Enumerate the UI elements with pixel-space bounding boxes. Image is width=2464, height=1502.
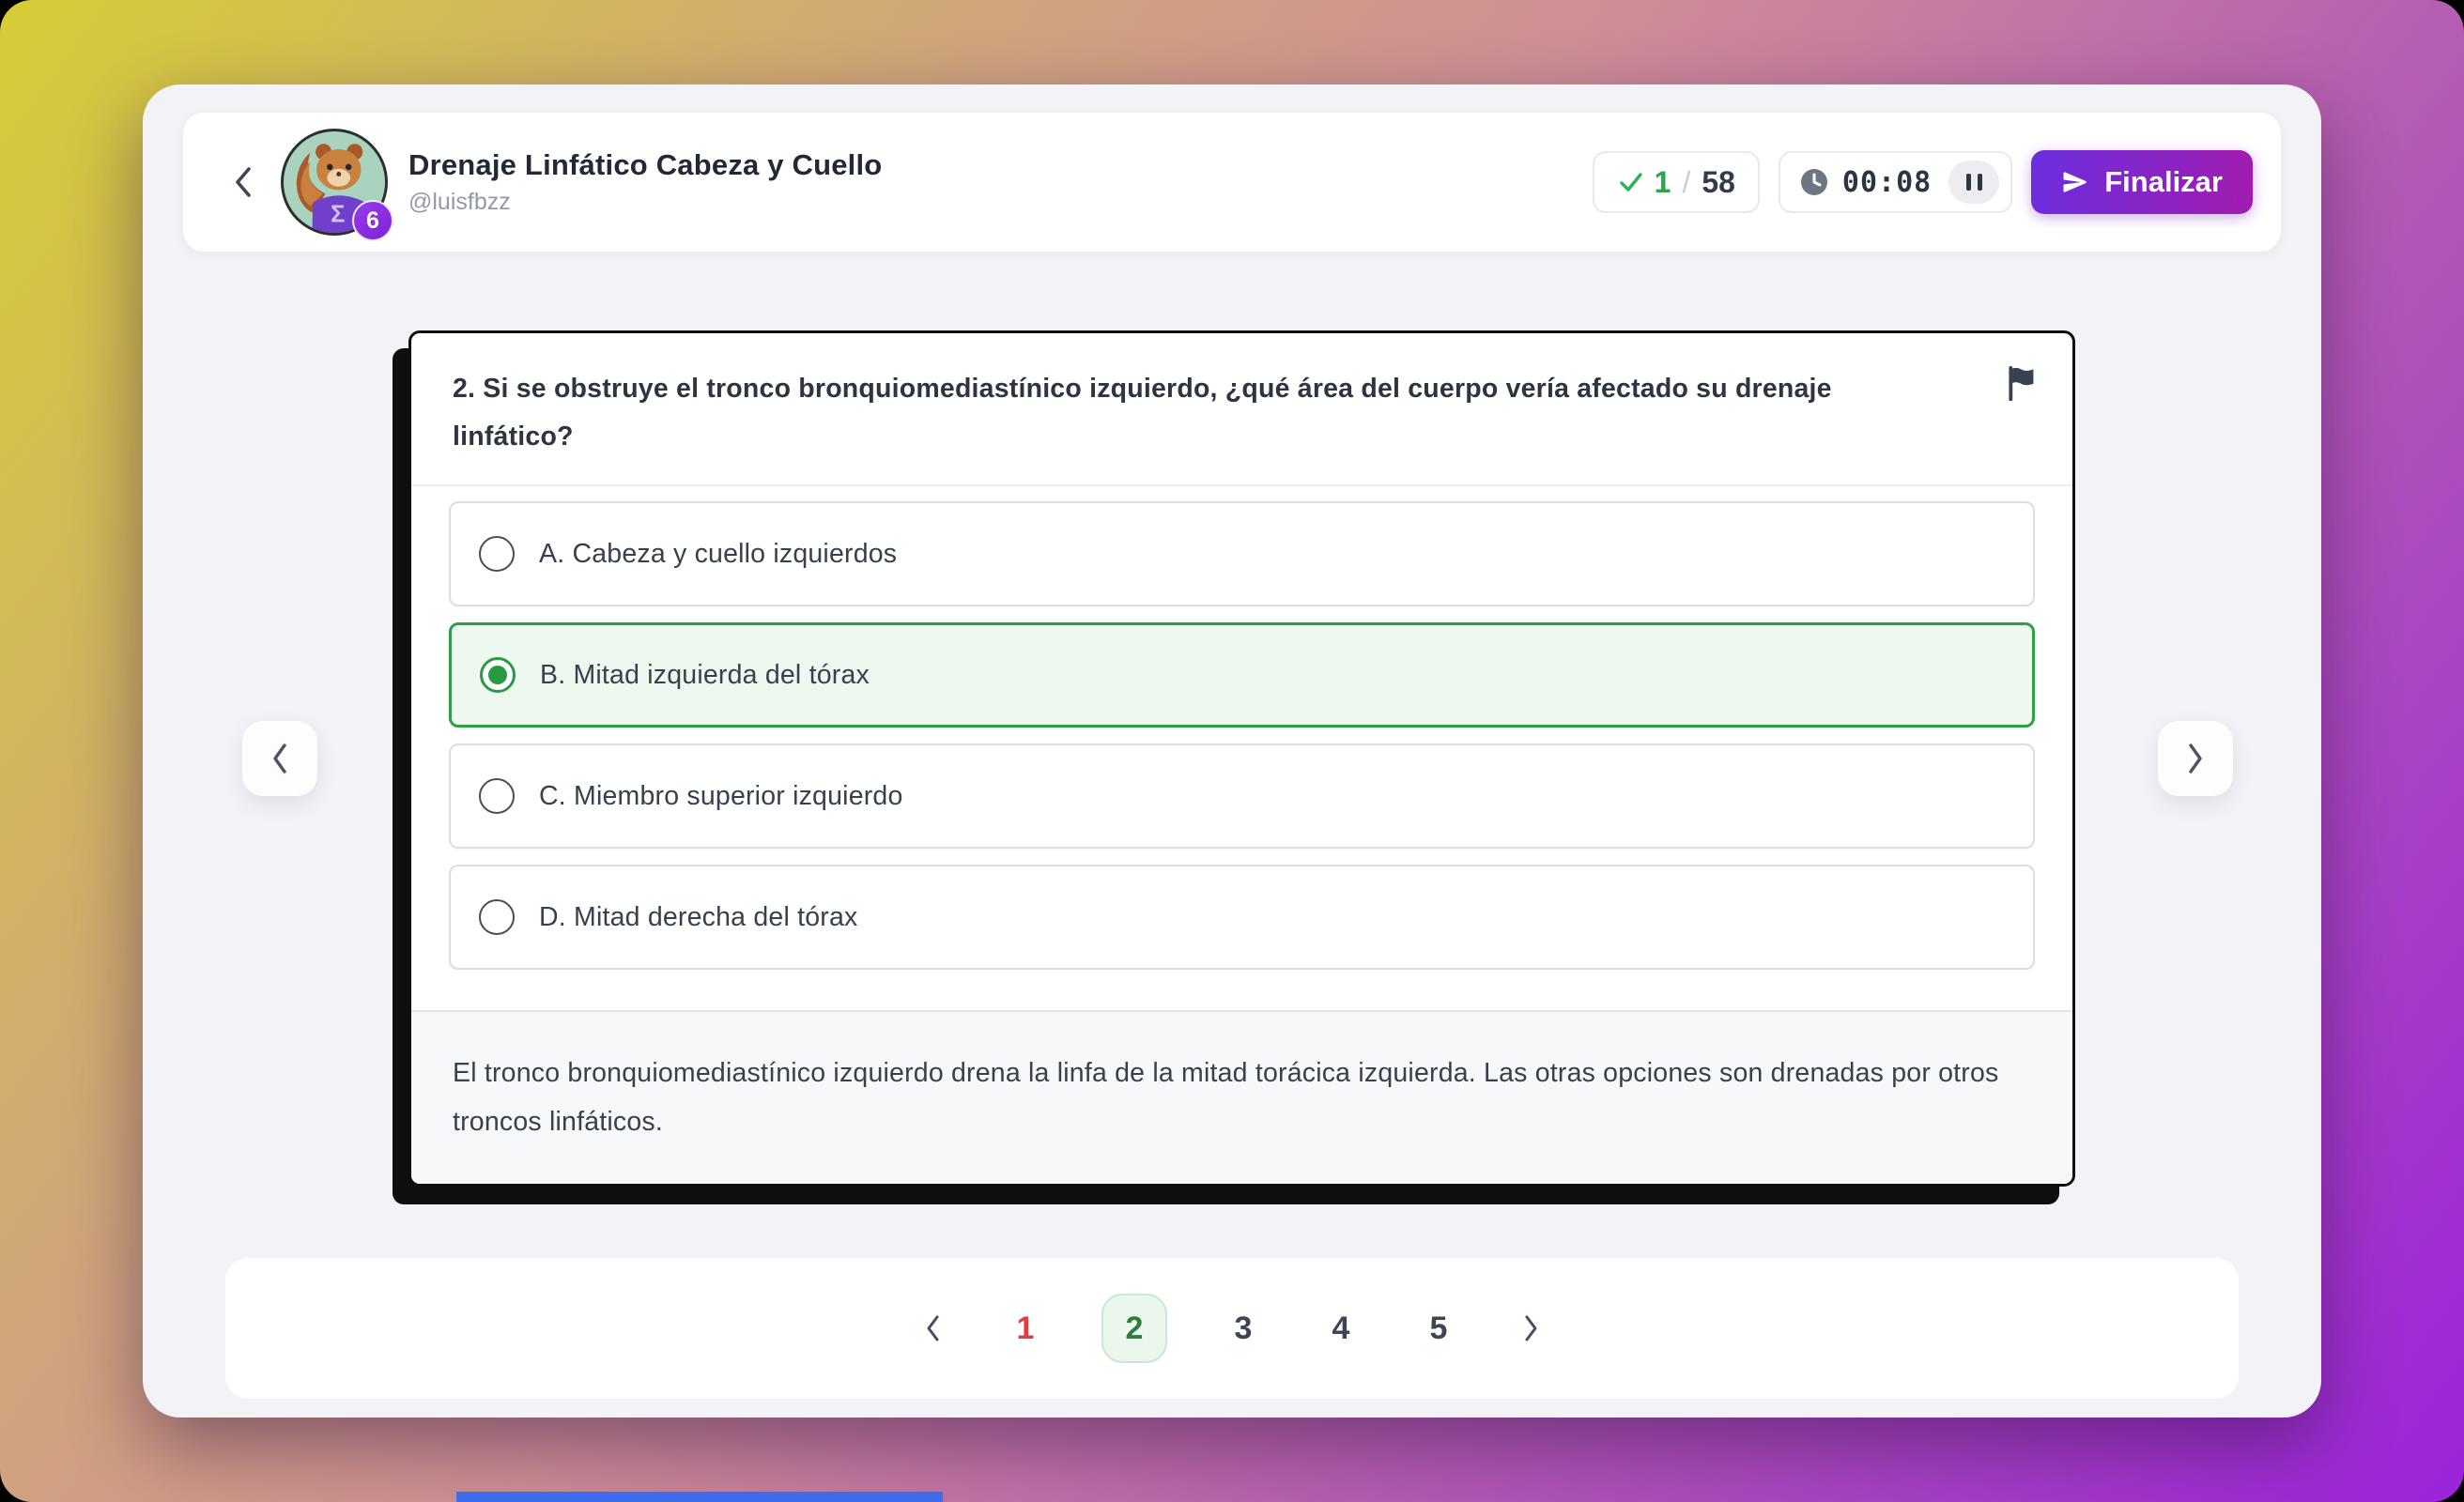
explanation-text: El tronco bronquiomediastínico izquierdo… <box>453 1050 2031 1146</box>
radio-unselected-icon <box>479 899 515 935</box>
quiz-titles: Drenaje Linfático Cabeza y Cuello @luisf… <box>408 148 1593 216</box>
flag-icon <box>2005 365 2039 401</box>
page-button-1[interactable]: 1 <box>1004 1310 1047 1347</box>
page-button-2-active[interactable]: 2 <box>1101 1294 1167 1363</box>
finish-button-label: Finalizar <box>2104 165 2223 199</box>
chevron-left-icon <box>921 1311 944 1345</box>
app-bar: Σ 6 Drenaje Linfático Cabeza y Cuello @l… <box>183 113 2281 252</box>
flag-question-button[interactable] <box>2001 361 2042 407</box>
radio-unselected-icon <box>479 536 515 572</box>
next-question-button[interactable] <box>2158 721 2233 796</box>
quiz-window: Σ 6 Drenaje Linfático Cabeza y Cuello @l… <box>143 84 2321 1418</box>
page-button-4[interactable]: 4 <box>1319 1310 1363 1347</box>
page-button-3[interactable]: 3 <box>1222 1310 1265 1347</box>
options-list: A. Cabeza y cuello izquierdos B. Mitad i… <box>411 486 2072 1010</box>
chevron-left-icon <box>267 739 293 778</box>
explanation-panel: El tronco bronquiomediastínico izquierdo… <box>411 1010 2072 1184</box>
avatar-shirt-symbol: Σ <box>331 202 345 228</box>
option-c[interactable]: C. Miembro superior izquierdo <box>449 743 2035 849</box>
radio-selected-icon <box>480 657 516 693</box>
finish-button[interactable]: Finalizar <box>2031 150 2253 214</box>
avatar: Σ 6 <box>281 129 388 236</box>
bottom-blue-strip <box>456 1492 943 1502</box>
check-icon <box>1617 168 1645 196</box>
answered-count: 1 <box>1655 165 1671 200</box>
pause-icon <box>1966 174 1971 191</box>
send-icon <box>2061 168 2089 196</box>
radio-unselected-icon <box>479 778 515 814</box>
option-d[interactable]: D. Mitad derecha del tórax <box>449 865 2035 970</box>
question-text: 2. Si se obstruye el tronco bronquiomedi… <box>453 365 2031 460</box>
pause-button[interactable] <box>1948 161 1999 204</box>
clock-icon <box>1799 167 1829 197</box>
progress-separator: / <box>1682 165 1690 200</box>
option-b-label: B. Mitad izquierda del tórax <box>540 660 870 691</box>
chevron-right-icon <box>1520 1311 1543 1345</box>
pagination-prev-button[interactable] <box>916 1306 949 1351</box>
option-b-selected[interactable]: B. Mitad izquierda del tórax <box>449 622 2035 728</box>
question-header: 2. Si se obstruye el tronco bronquiomedi… <box>411 333 2072 486</box>
timer-badge: 00:08 <box>1779 151 2012 213</box>
pagination-bar: 1 2 3 4 5 <box>225 1258 2239 1399</box>
chevron-right-icon <box>2182 739 2209 778</box>
pagination-next-button[interactable] <box>1515 1306 1548 1351</box>
screen-background: Σ 6 Drenaje Linfático Cabeza y Cuello @l… <box>0 0 2464 1502</box>
quiz-author-username: @luisfbzz <box>408 189 1593 216</box>
previous-question-button[interactable] <box>242 721 317 796</box>
page-button-5[interactable]: 5 <box>1417 1310 1460 1347</box>
quiz-title: Drenaje Linfático Cabeza y Cuello <box>408 148 1593 182</box>
level-badge: 6 <box>352 200 393 241</box>
elapsed-time: 00:08 <box>1842 166 1932 199</box>
option-c-label: C. Miembro superior izquierdo <box>539 781 903 812</box>
option-a-label: A. Cabeza y cuello izquierdos <box>539 539 897 570</box>
total-questions: 58 <box>1702 165 1735 200</box>
chevron-left-icon <box>230 161 256 203</box>
question-card: 2. Si se obstruye el tronco bronquiomedi… <box>408 330 2075 1187</box>
option-a[interactable]: A. Cabeza y cuello izquierdos <box>449 501 2035 606</box>
answered-progress-badge: 1 / 58 <box>1593 151 1760 213</box>
back-button[interactable] <box>221 149 266 215</box>
option-d-label: D. Mitad derecha del tórax <box>539 902 857 933</box>
app-bar-actions: 1 / 58 00:08 <box>1593 150 2253 214</box>
